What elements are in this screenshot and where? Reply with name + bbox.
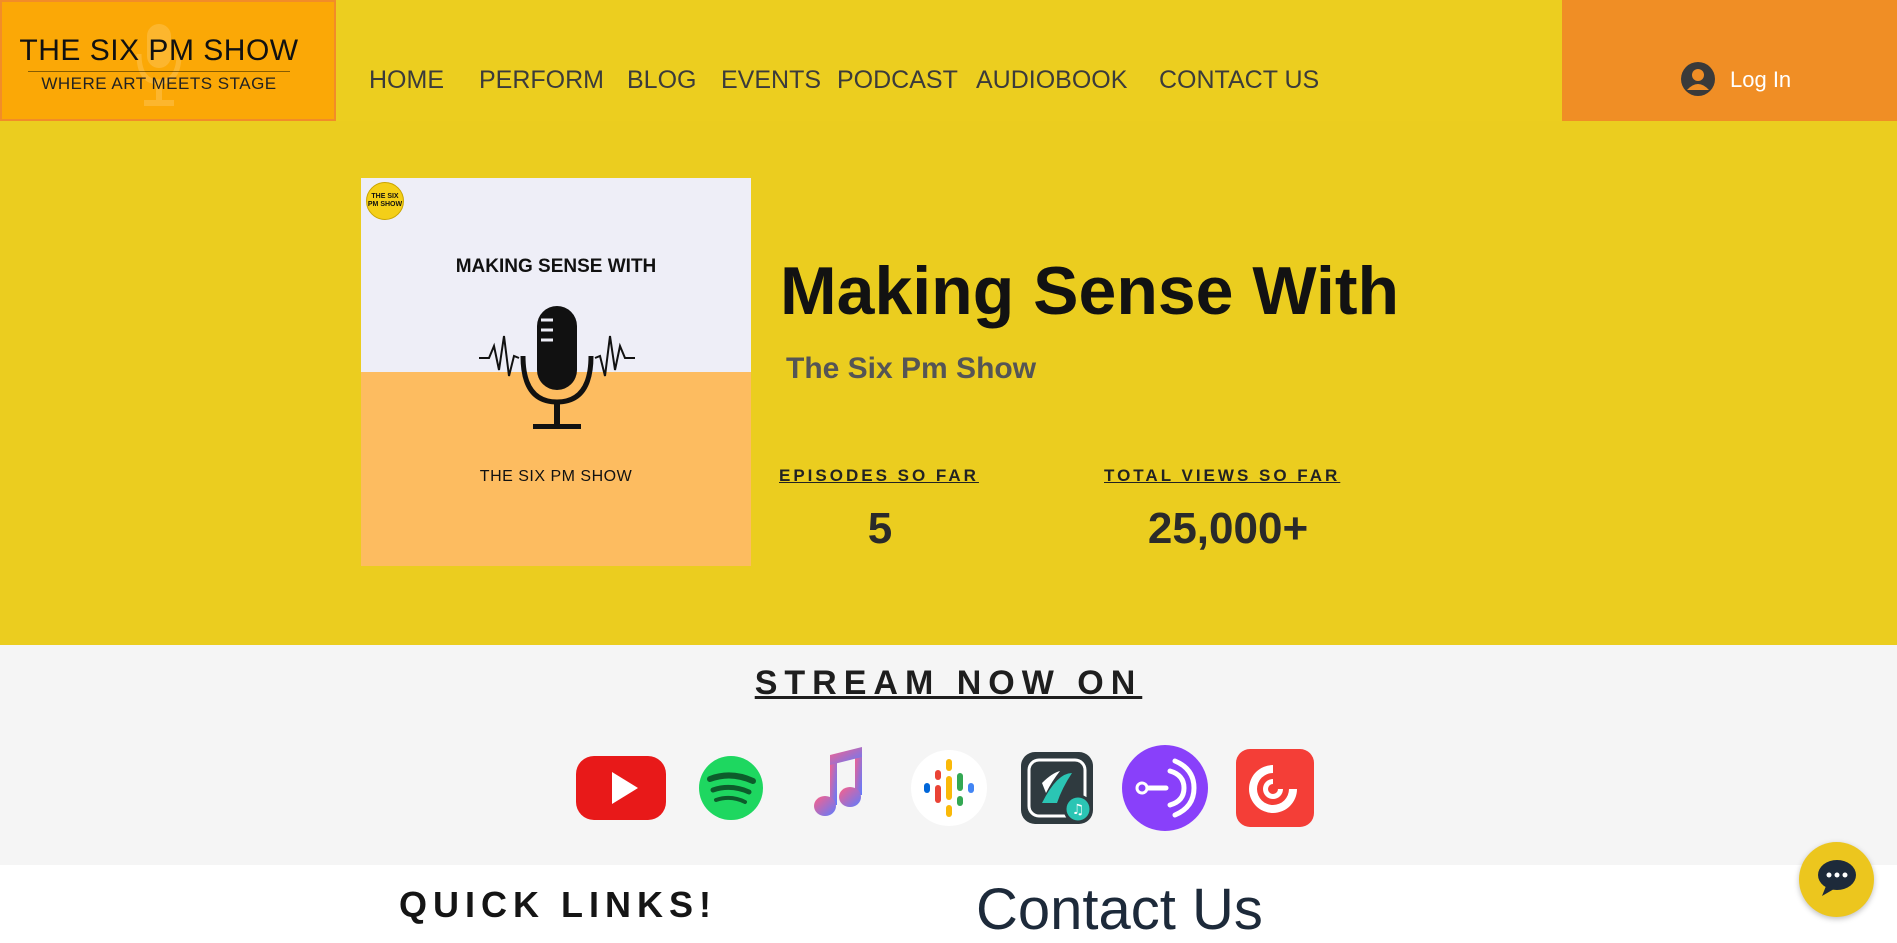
microphone-icon [479, 306, 635, 429]
logo-tagline: WHERE ART MEETS STAGE [41, 74, 277, 93]
login-area [1562, 0, 1897, 121]
site-logo[interactable]: THE SIX PM SHOW WHERE ART MEETS STAGE [0, 0, 336, 121]
nav-audiobook[interactable]: AUDIOBOOK [976, 66, 1127, 95]
contact-us-heading: Contact Us [976, 877, 1263, 942]
cover-show-name: THE SIX PM SHOW [479, 468, 633, 485]
podcast-title: Making Sense With [780, 253, 1400, 329]
logo-title: THE SIX PM SHOW [19, 34, 299, 67]
nav-home[interactable]: HOME [369, 66, 444, 95]
views-value: 25,000+ [1147, 504, 1309, 553]
chat-button[interactable] [1799, 842, 1874, 917]
nav-contact-us[interactable]: CONTACT US [1159, 66, 1319, 95]
stream-title: STREAM NOW ON [754, 664, 1143, 702]
episodes-value: 5 [867, 504, 893, 553]
nav-blog[interactable]: BLOG [627, 66, 696, 95]
svg-text:♫: ♫ [1072, 802, 1085, 818]
spotify-icon[interactable] [686, 743, 776, 833]
episodes-label: EPISODES SO FAR [779, 466, 979, 485]
podcast-cover: THE SIX PM SHOW MAKING SENSE WITH THE SI… [361, 178, 751, 566]
nav-events[interactable]: EVENTS [721, 66, 821, 95]
user-avatar-icon[interactable] [1681, 62, 1715, 96]
views-label: TOTAL VIEWS SO FAR [1104, 466, 1341, 485]
jiosaavn-icon[interactable]: ♫ [1012, 743, 1102, 833]
chat-bubble-icon [1818, 860, 1856, 896]
logo-divider [28, 71, 290, 72]
podcast-author: The Six Pm Show [786, 352, 1037, 385]
login-button[interactable]: Log In [1730, 67, 1791, 93]
anchor-icon[interactable] [1120, 743, 1210, 833]
pocket-casts-icon[interactable] [1228, 743, 1318, 833]
nav-podcast[interactable]: PODCAST [837, 66, 958, 95]
cover-title: MAKING SENSE WITH [455, 256, 657, 277]
apple-music-icon[interactable] [794, 743, 884, 833]
quick-links-heading: QUICK LINKS! [399, 884, 717, 925]
youtube-icon[interactable] [576, 743, 666, 833]
cover-badge: THE SIX PM SHOW [366, 182, 404, 220]
footer-section [0, 865, 1897, 937]
site-header: THE SIX PM SHOW WHERE ART MEETS STAGE HO… [0, 0, 1897, 121]
nav-perform[interactable]: PERFORM [479, 66, 604, 95]
google-podcasts-icon[interactable] [904, 743, 994, 833]
